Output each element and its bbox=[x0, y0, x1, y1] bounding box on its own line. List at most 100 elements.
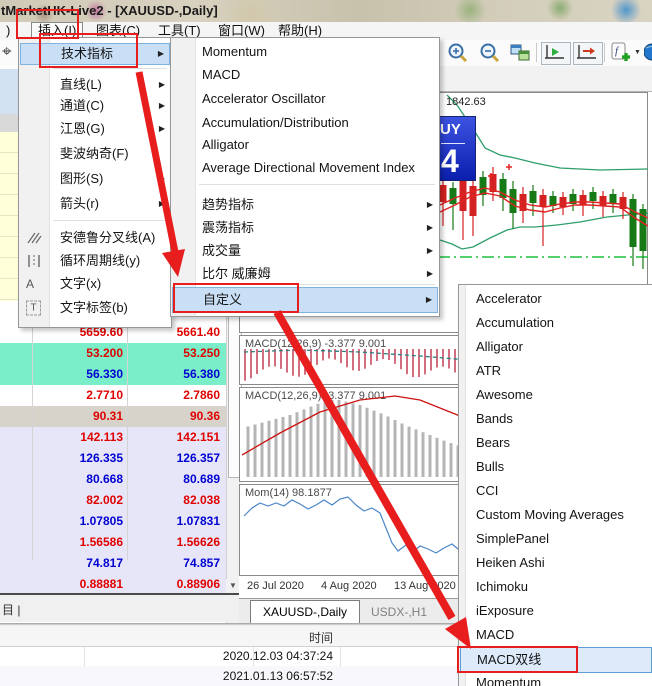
menu-item-arrows[interactable]: 箭头(r)▶ bbox=[20, 194, 170, 214]
indicators-submenu: Momentum MACD Accelerator Oscillator Acc… bbox=[170, 37, 440, 317]
custom-indicators-submenu: Accelerator Accumulation Alligator ATR A… bbox=[458, 284, 652, 686]
market-watch-top-rows bbox=[0, 69, 18, 115]
menu-item-macd[interactable]: MACD bbox=[172, 64, 438, 86]
menu-item-simplepanel[interactable]: SimplePanel bbox=[460, 527, 652, 551]
auto-scroll-button[interactable] bbox=[541, 42, 571, 65]
submenu-arrow-icon: ▶ bbox=[159, 75, 165, 95]
menu-item-fibonacci[interactable]: 斐波纳奇(F) bbox=[20, 144, 170, 164]
buy-panel-price: 4 bbox=[441, 143, 459, 180]
menu-item-bands[interactable]: Bands bbox=[460, 407, 652, 431]
quote-row[interactable]: 74.81774.857 bbox=[0, 553, 226, 575]
buy-panel[interactable]: UY 4 bbox=[436, 116, 476, 181]
menu-item-momentum-custom[interactable]: Momentum bbox=[460, 671, 652, 686]
crosshair-icon[interactable]: ⌖ bbox=[2, 42, 12, 62]
quote-row[interactable]: 82.00282.038 bbox=[0, 490, 226, 512]
insert-menu: 技术指标▶ 直线(L)▶ 通道(C)▶ 江恩(G)▶ 斐波纳奇(F) 图形(S)… bbox=[18, 37, 172, 328]
menu-item-awesome[interactable]: Awesome bbox=[460, 383, 652, 407]
submenu-arrow-icon: ▶ bbox=[427, 194, 433, 216]
quote-row[interactable]: 142.113142.151 bbox=[0, 427, 226, 449]
market-watch-tab-fragment[interactable]: 目 | bbox=[2, 601, 20, 618]
menu-item-accumulation[interactable]: Accumulation bbox=[460, 311, 652, 335]
menu-item-accelerator[interactable]: Accelerator bbox=[460, 287, 652, 311]
quote-row[interactable]: 1.078051.07831 bbox=[0, 511, 226, 533]
market-watch-symbol-column bbox=[0, 132, 18, 301]
andrews-pitchfork-icon bbox=[26, 231, 42, 245]
quote-row[interactable]: 53.20053.250 bbox=[0, 343, 226, 365]
text-label-icon: T bbox=[26, 301, 41, 316]
quote-row[interactable]: 2.77102.7860 bbox=[0, 385, 226, 407]
menu-separator bbox=[199, 284, 435, 285]
menu-item-text[interactable]: A 文字(x) bbox=[20, 274, 170, 294]
submenu-arrow-icon: ▶ bbox=[427, 263, 433, 285]
menu-item-adx[interactable]: Average Directional Movement Index bbox=[172, 157, 438, 179]
menu-item-cycle-lines[interactable]: 循环周期线(y) bbox=[20, 251, 170, 271]
menu-item-indicators[interactable]: 技术指标▶ bbox=[20, 43, 170, 65]
quote-row[interactable]: 90.3190.36 bbox=[0, 406, 226, 428]
window-title: tMarketHK-Live2 - [XAUUSD-,Daily] bbox=[1, 3, 218, 18]
menu-item-gann[interactable]: 江恩(G)▶ bbox=[20, 119, 170, 139]
menu-item-custom[interactable]: 自定义▶ bbox=[172, 287, 438, 313]
quote-row[interactable]: 80.66880.689 bbox=[0, 469, 226, 491]
chart-price-label: 1842.63 bbox=[446, 96, 486, 108]
market-watch-tab-strip: 目 | bbox=[0, 595, 240, 622]
axis-tick-label: 13 Aug 2020 bbox=[394, 580, 456, 592]
text-icon: A bbox=[26, 274, 34, 294]
menu-item-momentum[interactable]: Momentum bbox=[172, 41, 438, 63]
menu-item-macd-custom[interactable]: MACD bbox=[460, 623, 652, 647]
menu-item-iexposure[interactable]: iExposure bbox=[460, 599, 652, 623]
menu-item-trend-indicators[interactable]: 趋势指标▶ bbox=[172, 194, 438, 216]
menu-item-volumes[interactable]: 成交量▶ bbox=[172, 240, 438, 262]
menu-item-custom-moving-averages[interactable]: Custom Moving Averages bbox=[460, 503, 652, 527]
menu-item-atr[interactable]: ATR bbox=[460, 359, 652, 383]
axis-tick-label: 26 Jul 2020 bbox=[247, 580, 304, 592]
globe-icon[interactable] bbox=[644, 42, 652, 64]
menu-item-bulls[interactable]: Bulls bbox=[460, 455, 652, 479]
add-indicator-icon[interactable]: f bbox=[609, 42, 633, 64]
menu-item-channels[interactable]: 通道(C)▶ bbox=[20, 96, 170, 116]
dropdown-caret-icon[interactable]: ▼ bbox=[634, 49, 641, 56]
submenu-arrow-icon: ▶ bbox=[159, 169, 165, 189]
toolbar-separator bbox=[604, 43, 605, 62]
menu-item-heiken-ashi[interactable]: Heiken Ashi bbox=[460, 551, 652, 575]
quote-row[interactable]: 56.33056.380 bbox=[0, 364, 226, 386]
menu-item-shapes[interactable]: 图形(S)▶ bbox=[20, 169, 170, 189]
menu-item-cci[interactable]: CCI bbox=[460, 479, 652, 503]
cycle-lines-icon bbox=[26, 254, 42, 268]
submenu-arrow-icon: ▶ bbox=[159, 96, 165, 116]
tab-usdx-h1[interactable]: USDX-,H1 bbox=[360, 602, 438, 622]
quote-row[interactable]: 126.335126.357 bbox=[0, 448, 226, 470]
chart-shift-button[interactable] bbox=[573, 42, 603, 65]
menu-separator bbox=[53, 220, 167, 221]
zoom-out-icon[interactable] bbox=[478, 42, 502, 64]
menu-item-oscillators[interactable]: 震荡指标▶ bbox=[172, 217, 438, 239]
tab-xauusd-daily[interactable]: XAUUSD-,Daily bbox=[250, 600, 360, 623]
menu-item-alligator[interactable]: Alligator bbox=[172, 134, 438, 156]
menu-item-bears[interactable]: Bears bbox=[460, 431, 652, 455]
quote-row[interactable]: 1.565861.56626 bbox=[0, 532, 226, 554]
menu-item-text-label[interactable]: T 文字标签(b) bbox=[20, 298, 170, 318]
menu-item-accumulation-distribution[interactable]: Accumulation/Distribution bbox=[172, 112, 438, 134]
buy-panel-label: UY bbox=[440, 121, 461, 138]
menu-item-accelerator-oscillator[interactable]: Accelerator Oscillator bbox=[172, 88, 438, 110]
menu-item-alligator-custom[interactable]: Alligator bbox=[460, 335, 652, 359]
submenu-arrow-icon: ▶ bbox=[427, 240, 433, 262]
menubar-partial-item[interactable]: ) bbox=[0, 22, 16, 39]
quote-row[interactable]: 0.888810.88906 bbox=[0, 574, 226, 594]
menu-item-bill-williams[interactable]: 比尔 威廉姆▶ bbox=[172, 263, 438, 285]
menu-item-macd-double-line[interactable]: MACD双线 bbox=[460, 647, 652, 673]
market-watch-row-gray bbox=[0, 114, 18, 132]
menu-separator bbox=[199, 184, 435, 185]
scroll-down-icon[interactable]: ▼ bbox=[226, 579, 240, 593]
menu-item-lines[interactable]: 直线(L)▶ bbox=[20, 75, 170, 95]
menu-item-andrews-pitchfork[interactable]: 安德鲁分叉线(A) bbox=[20, 228, 170, 248]
submenu-arrow-icon: ▶ bbox=[426, 288, 432, 312]
tile-windows-icon[interactable] bbox=[510, 43, 532, 63]
time-column-header[interactable]: 时间 bbox=[253, 629, 333, 646]
application-window: tMarketHK-Live2 - [XAUUSD-,Daily] ) 插入(I… bbox=[0, 0, 652, 686]
menu-item-ichimoku[interactable]: Ichimoku bbox=[460, 575, 652, 599]
menu-separator bbox=[53, 68, 167, 69]
zoom-in-icon[interactable] bbox=[446, 42, 470, 64]
submenu-arrow-icon: ▶ bbox=[159, 119, 165, 139]
submenu-arrow-icon: ▶ bbox=[159, 194, 165, 214]
submenu-arrow-icon: ▶ bbox=[158, 44, 164, 64]
